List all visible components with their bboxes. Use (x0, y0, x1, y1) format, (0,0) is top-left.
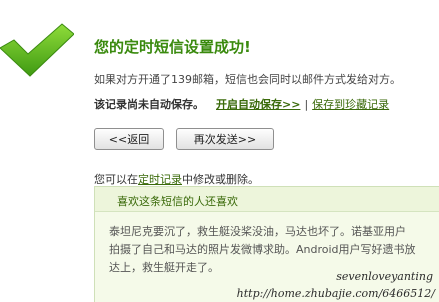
separator: | (304, 98, 309, 111)
record-line: 该记录尚未自动保存。 开启自动保存>> | 保存到珍藏记录 (94, 96, 389, 112)
page-title: 您的定时短信设置成功! (94, 38, 251, 56)
info-text: 如果对方开通了139邮箱，短信也会同时以邮件方式发给对方。 (94, 73, 401, 86)
scheduled-records-link[interactable]: 定时记录 (138, 173, 182, 186)
resend-button[interactable]: 再次发送>> (176, 128, 274, 150)
sms-text-line: 泰坦尼克要沉了，救生艇没桨没油，马达也坏了。诺基亚用户 (109, 225, 406, 238)
watermark-author: sevenloveyanting (336, 270, 433, 283)
sms-success-page: 您的定时短信设置成功! 如果对方开通了139邮箱，短信也会同时以邮件方式发给对方… (0, 0, 439, 302)
recommended-sms[interactable]: 泰坦尼克要沉了，救生艇没桨没油，马达也坏了。诺基亚用户 拍摄了自己和马达的照片发… (109, 223, 439, 277)
save-to-collection-link[interactable]: 保存到珍藏记录 (312, 98, 389, 111)
edit-hint-prefix: 您可以在 (94, 173, 138, 186)
recommendation-panel: 喜欢这条短信的人还喜欢 泰坦尼克要沉了，救生艇没桨没油，马达也坏了。诺基亚用户 … (94, 186, 439, 302)
sms-text-line: 拍摄了自己和马达的照片发微博求助。Android用户写好遗书放 (109, 243, 416, 256)
checkmark-icon (0, 23, 74, 77)
panel-title: 喜欢这条短信的人还喜欢 (117, 195, 238, 208)
panel-header: 喜欢这条短信的人还喜欢 (95, 187, 439, 212)
back-button[interactable]: <<返回 (94, 128, 164, 150)
edit-hint-suffix: 中修改或删除。 (182, 173, 259, 186)
watermark-url: http://home.zhubajie.com/6466512/ (236, 287, 435, 300)
not-saved-note: 该记录尚未自动保存。 (94, 98, 204, 111)
auto-save-link[interactable]: 开启自动保存>> (216, 98, 300, 111)
edit-hint: 您可以在定时记录中修改或删除。 (94, 171, 259, 187)
